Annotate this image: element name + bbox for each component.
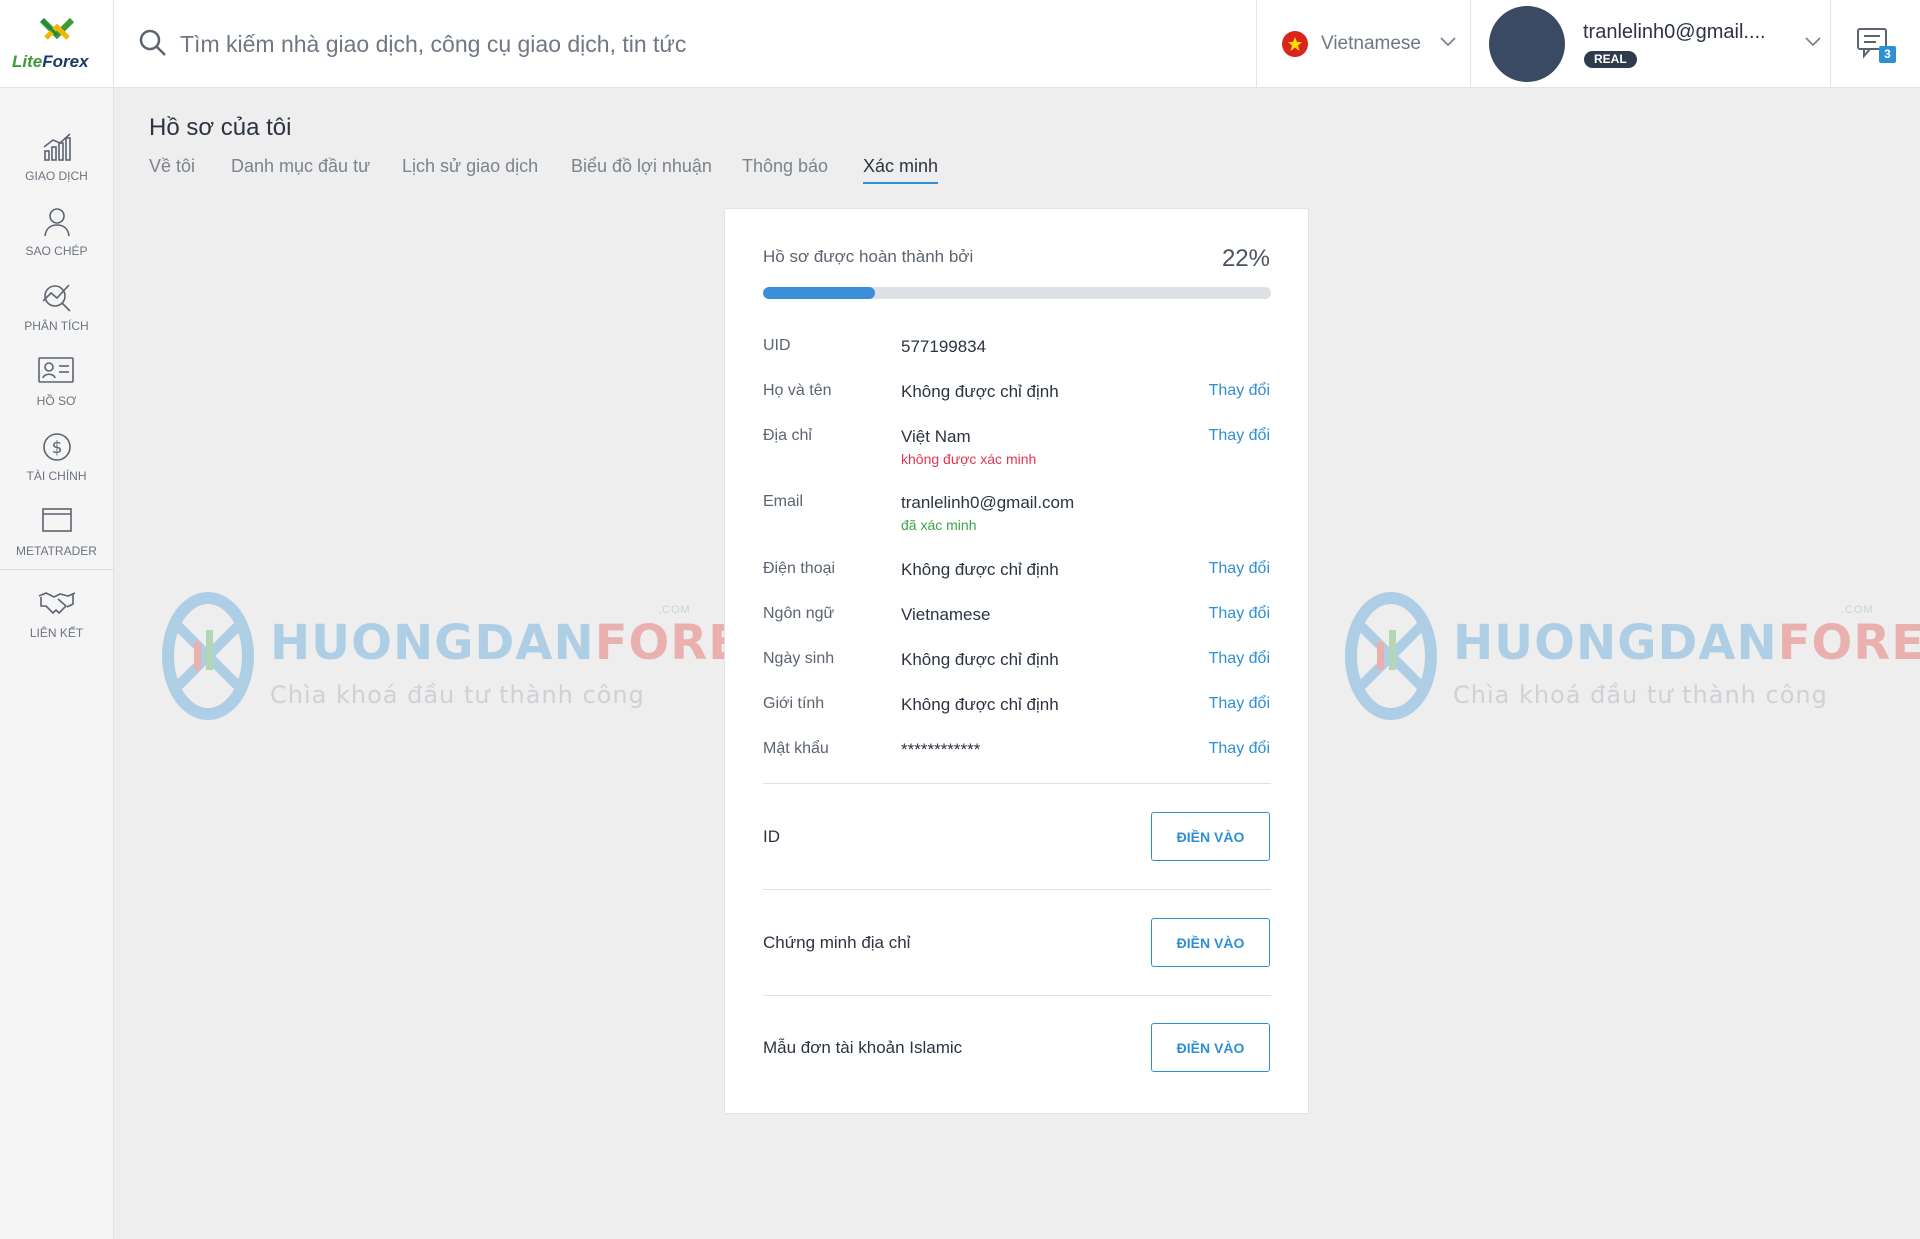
top-bar: LiteForex Vietnamese tranlelinh0@gmail..… — [0, 0, 1920, 88]
address-status: không được xác minh — [901, 451, 1037, 467]
tab-verification[interactable]: Xác minh — [863, 156, 939, 184]
field-value-password: ************ — [901, 740, 981, 759]
watermark-logo: HUONGDANFOREX .COM Chìa khoá đầu tư thàn… — [1343, 585, 1920, 725]
sidebar-item-partner[interactable]: LIÊN KẾT — [0, 588, 113, 663]
fill-id-button[interactable]: ĐIỀN VÀO — [1151, 812, 1270, 861]
sidebar-item-finance[interactable]: $ TÀI CHÍNH — [0, 431, 113, 506]
field-value-gender: Không được chỉ định — [901, 695, 1059, 714]
language-selector[interactable]: Vietnamese — [1256, 0, 1471, 88]
liteforex-logo[interactable]: LiteForex — [0, 0, 114, 88]
field-label-password: Mật khẩu — [763, 740, 829, 757]
watermark-brand: HUONGDANFOREX — [1453, 615, 1920, 671]
completion-progress-fill — [763, 287, 875, 299]
tab-about-me[interactable]: Về tôi — [149, 156, 195, 177]
handshake-icon — [38, 592, 76, 615]
field-label-birthdate: Ngày sinh — [763, 650, 835, 667]
completion-percent: 22% — [1221, 245, 1270, 272]
logo-icon — [39, 17, 75, 40]
search-input[interactable] — [180, 22, 1180, 66]
fill-proof-of-address-button[interactable]: ĐIỀN VÀO — [1151, 918, 1270, 967]
change-password-link[interactable]: Thay đổi — [1209, 740, 1270, 758]
page-title: Hồ sơ của tôi — [149, 114, 292, 141]
tab-notifications[interactable]: Thông báo — [742, 156, 828, 177]
notification-count-badge: 3 — [1879, 46, 1896, 63]
sidebar-item-label: LIÊN KẾT — [29, 626, 84, 640]
sidebar: GIAO DỊCH SAO CHÉP PHÂN TÍCH HỒ SƠ $ TÀI… — [0, 88, 114, 1239]
search-bar — [114, 0, 1256, 88]
window-icon — [42, 508, 72, 532]
field-value-uid: 577199834 — [901, 337, 987, 356]
dollar-icon: $ — [43, 433, 71, 461]
sidebar-divider — [0, 569, 113, 570]
account-type-badge: REAL — [1584, 51, 1637, 68]
tab-trading-history[interactable]: Lịch sử giao dịch — [402, 156, 538, 177]
field-label-phone: Điện thoại — [763, 560, 836, 577]
watermark-com: .COM — [1841, 604, 1874, 616]
completion-label: Hồ sơ được hoàn thành bởi — [763, 247, 974, 266]
tab-portfolio[interactable]: Danh mục đầu tư — [231, 156, 370, 177]
sidebar-item-analysis[interactable]: PHÂN TÍCH — [0, 281, 113, 356]
field-value-language: Vietnamese — [901, 605, 991, 624]
field-value-email: tranlelinh0@gmail.com — [901, 493, 1075, 512]
change-birthdate-link[interactable]: Thay đổi — [1209, 650, 1270, 668]
sidebar-item-label: TÀI CHÍNH — [26, 469, 87, 483]
vietnam-flag-icon — [1282, 31, 1308, 57]
change-full-name-link[interactable]: Thay đổi — [1209, 382, 1270, 400]
document-label-id: ID — [763, 827, 780, 846]
field-value-phone: Không được chỉ định — [901, 560, 1059, 579]
watermark-logo: HUONGDANFOREX .COM Chìa khoá đầu tư thàn… — [160, 585, 779, 725]
profile-card-icon — [38, 357, 74, 383]
sidebar-item-label: PHÂN TÍCH — [24, 319, 89, 333]
document-label-islamic-account: Mẫu đơn tài khoản Islamic — [763, 1038, 963, 1057]
field-label-gender: Giới tính — [763, 695, 825, 712]
document-label-proof-of-address: Chứng minh địa chỉ — [763, 933, 911, 952]
analysis-icon — [42, 284, 71, 312]
field-label-uid: UID — [763, 337, 791, 354]
fill-islamic-account-button[interactable]: ĐIỀN VÀO — [1151, 1023, 1270, 1072]
divider — [763, 783, 1271, 784]
user-email: tranlelinh0@gmail.... — [1583, 21, 1766, 43]
chevron-down-icon — [1805, 37, 1821, 47]
sidebar-item-trading[interactable]: GIAO DỊCH — [0, 131, 113, 206]
sidebar-item-label: METATRADER — [16, 544, 97, 558]
watermark-emblem-icon — [162, 592, 254, 720]
profile-card: Hồ sơ được hoàn thành bởi 22% UID 577199… — [724, 208, 1309, 1114]
watermark-slogan: Chìa khoá đầu tư thành công — [1453, 681, 1828, 709]
change-gender-link[interactable]: Thay đổi — [1209, 695, 1270, 713]
divider — [763, 995, 1271, 996]
chevron-down-icon — [1440, 37, 1456, 47]
tab-profit-chart[interactable]: Biểu đồ lợi nhuận — [571, 156, 712, 177]
email-status: đã xác minh — [901, 517, 977, 533]
change-language-link[interactable]: Thay đổi — [1209, 605, 1270, 623]
logo-text: LiteForex — [12, 52, 89, 71]
svg-text:$: $ — [52, 438, 63, 458]
sidebar-item-label: HỒ SƠ — [36, 394, 77, 408]
sidebar-item-copy[interactable]: SAO CHÉP — [0, 206, 113, 281]
watermark-slogan: Chìa khoá đầu tư thành công — [270, 681, 645, 709]
watermark-brand: HUONGDANFOREX — [270, 615, 781, 671]
field-value-address: Việt Nam — [901, 427, 971, 446]
copy-user-icon — [44, 208, 70, 237]
divider — [763, 889, 1271, 890]
language-label: Vietnamese — [1321, 33, 1421, 54]
change-address-link[interactable]: Thay đổi — [1209, 427, 1270, 445]
field-label-full-name: Họ và tên — [763, 382, 832, 399]
watermark-com: .COM — [658, 604, 691, 616]
field-label-address: Địa chỉ — [763, 427, 812, 444]
field-label-email: Email — [763, 493, 804, 510]
sidebar-item-label: SAO CHÉP — [25, 244, 88, 258]
notifications-button[interactable]: 3 — [1831, 0, 1920, 88]
sidebar-item-label: GIAO DỊCH — [25, 169, 88, 183]
avatar[interactable] — [1489, 6, 1565, 82]
completion-progress-bar — [763, 287, 1271, 299]
trade-chart-icon — [43, 133, 71, 161]
field-value-birthdate: Không được chỉ định — [901, 650, 1059, 669]
user-menu[interactable]: tranlelinh0@gmail.... REAL — [1471, 0, 1831, 88]
field-label-language: Ngôn ngữ — [763, 605, 835, 622]
watermark-emblem-icon — [1345, 592, 1437, 720]
change-phone-link[interactable]: Thay đổi — [1209, 560, 1270, 578]
field-value-full-name: Không được chỉ định — [901, 382, 1059, 401]
sidebar-item-profile[interactable]: HỒ SƠ — [0, 356, 113, 431]
search-icon — [139, 29, 166, 56]
